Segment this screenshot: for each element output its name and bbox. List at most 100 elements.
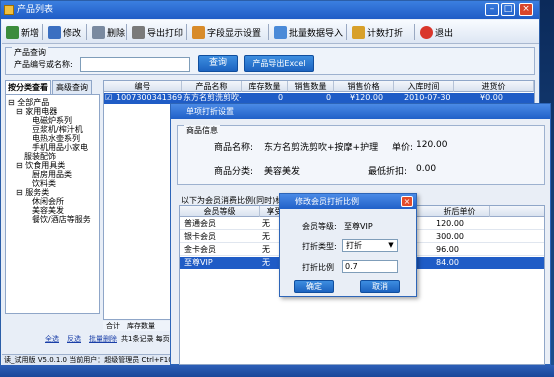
- cancel-button[interactable]: 取消: [360, 280, 400, 293]
- discount-window-titlebar: 单项打折设置: [171, 104, 550, 119]
- product-name-value: 东方名剪洗剪吹+按摩+护理: [264, 143, 379, 153]
- ratio-dialog-title: 修改会员打折比例: [295, 197, 359, 206]
- status-text: 读_试用版 V5.0.1.0 当前用户：超级管理员 Ctrl+F10找回: [4, 356, 187, 364]
- toolbar-separator: [414, 24, 415, 40]
- column-header[interactable]: 入库时间: [394, 81, 454, 92]
- discount-window-title: 单项打折设置: [186, 107, 234, 116]
- product-search-group: 产品查询 产品编号或名称: 查询 产品导出Excel: [5, 47, 535, 75]
- category-tree: ⊟ 全部产品 ⊟ 家用电器 电磁炉系列 豆浆机/榨汁机 电热水壶系列 手机用品小…: [5, 94, 100, 314]
- chevron-down-icon: ▼: [388, 241, 394, 249]
- toolbar-label: 导出打印: [147, 28, 184, 39]
- cell-name: 东方名剪洗剪吹+: [183, 93, 241, 102]
- toolbar-import-button[interactable]: 批量数据导入: [274, 23, 343, 41]
- min-discount-value: 0.00: [416, 164, 437, 174]
- toolbar-columns-button[interactable]: 字段显示设置: [192, 23, 261, 41]
- member-price: 300.00: [436, 232, 464, 241]
- close-button[interactable]: ×: [519, 3, 533, 16]
- tab-advanced-query[interactable]: 高级查询: [52, 80, 92, 94]
- column-header[interactable]: 销售价格: [334, 81, 394, 92]
- toolbar-delete-button[interactable]: 删除: [92, 23, 125, 41]
- main-titlebar: 产品列表 – □ ×: [1, 1, 539, 19]
- cell-code: 10073003413699: [116, 93, 182, 102]
- cell-sold: 0: [326, 93, 332, 102]
- search-group-title: 产品查询: [12, 47, 48, 58]
- column-header[interactable]: 进货价: [454, 81, 534, 92]
- toolbar-edit-button[interactable]: 修改: [48, 23, 81, 41]
- column-header[interactable]: 库存数量: [242, 81, 288, 92]
- minimize-button[interactable]: –: [485, 3, 499, 16]
- toolbar-add-button[interactable]: 新增: [6, 23, 39, 41]
- toolbar-label: 退出: [435, 28, 454, 39]
- discount-type-select[interactable]: 打折 ▼: [342, 239, 398, 252]
- delete-icon: [92, 25, 105, 39]
- export-excel-button[interactable]: 产品导出Excel: [244, 55, 314, 72]
- edit-icon: [48, 25, 61, 39]
- toolbar-separator: [346, 24, 347, 40]
- cell-date: 2010-07-30: [404, 93, 451, 102]
- unit-price-label: 单价:: [392, 143, 414, 153]
- tree-item-label: 餐饮/酒店等服务: [32, 215, 91, 224]
- product-name-label: 商品名称:: [214, 143, 254, 153]
- invert-select-link[interactable]: 反选: [67, 334, 81, 344]
- row-checkbox[interactable]: ☑: [105, 93, 112, 103]
- query-button[interactable]: 查询: [198, 55, 238, 72]
- main-toolbar: 新增 修改 删除 导出打印 字段显示设置 批量数据导入 计数打折 退出: [2, 20, 539, 44]
- cell-price: ¥120.00: [350, 93, 384, 102]
- toolbar-label: 新增: [21, 28, 40, 39]
- print-icon: [132, 25, 145, 39]
- category-value: 美容美发: [264, 167, 301, 177]
- ratio-dialog-close-button[interactable]: ×: [401, 196, 413, 207]
- search-label: 产品编号或名称:: [14, 60, 73, 69]
- toolbar-separator: [86, 24, 87, 40]
- main-window-title: 产品列表: [17, 5, 54, 15]
- cell-cost: ¥0.00: [480, 93, 503, 102]
- toolbar-discount-button[interactable]: 计数打折: [352, 23, 403, 41]
- discount-ratio-input[interactable]: [342, 260, 398, 273]
- taskbar: [0, 365, 554, 377]
- stock-total-label: 库存数量: [127, 322, 155, 330]
- member-level: 银卡会员: [184, 232, 216, 241]
- grid-header: 编号 产品名称 库存数量 销售数量 销售价格 入库时间 进货价: [104, 81, 534, 92]
- tab-by-category[interactable]: 按分类查看: [5, 80, 51, 94]
- column-header[interactable]: 销售数量: [288, 81, 334, 92]
- toolbar-label: 删除: [107, 28, 126, 39]
- toolbar-exit-button[interactable]: 退出: [420, 23, 453, 41]
- record-count: 共1条记录 每页: [121, 335, 170, 343]
- app-icon: [4, 5, 14, 15]
- select-all-link[interactable]: 全选: [45, 334, 59, 344]
- member-level: 普通会员: [184, 219, 216, 228]
- min-discount-label: 最低折扣:: [368, 167, 408, 177]
- tree-item[interactable]: 餐饮/酒店等服务: [32, 214, 91, 225]
- toolbar-print-button[interactable]: 导出打印: [132, 23, 183, 41]
- product-info-title: 商品信息: [184, 125, 220, 136]
- discount-type-label: 打折类型:: [302, 242, 337, 251]
- member-enjoy: 无: [262, 232, 270, 241]
- column-header[interactable]: 编号: [104, 81, 182, 92]
- member-price: 120.00: [436, 219, 464, 228]
- member-price: 84.00: [436, 258, 459, 267]
- columns-icon: [192, 25, 205, 39]
- column-header[interactable]: 产品名称: [182, 81, 242, 92]
- toolbar-label: 修改: [63, 28, 82, 39]
- unit-price-value: 120.00: [416, 140, 448, 150]
- member-level-value: 至尊VIP: [344, 222, 373, 231]
- toolbar-separator: [186, 24, 187, 40]
- discount-type-value: 打折: [346, 241, 362, 250]
- toolbar-label: 字段显示设置: [207, 28, 262, 39]
- member-enjoy: 无: [262, 245, 270, 254]
- batch-delete-link[interactable]: 批量删除: [89, 334, 117, 344]
- column-header: 折后单价: [430, 206, 490, 217]
- toolbar-label: 计数打折: [367, 28, 404, 39]
- member-level-label: 会员等级:: [302, 222, 337, 231]
- maximize-button[interactable]: □: [501, 3, 515, 16]
- search-input[interactable]: [80, 57, 190, 72]
- toolbar-separator: [268, 24, 269, 40]
- discount-icon: [352, 25, 365, 39]
- discount-ratio-label: 打折比例: [302, 263, 334, 272]
- category-label: 商品分类:: [214, 167, 254, 177]
- toolbar-separator: [126, 24, 127, 40]
- ok-button[interactable]: 确定: [294, 280, 334, 293]
- ratio-dialog: 修改会员打折比例 × 会员等级: 至尊VIP 打折类型: 打折 ▼ 打折比例 确…: [279, 193, 417, 297]
- cell-stock: 0: [278, 93, 284, 102]
- member-level: 金卡会员: [184, 245, 216, 254]
